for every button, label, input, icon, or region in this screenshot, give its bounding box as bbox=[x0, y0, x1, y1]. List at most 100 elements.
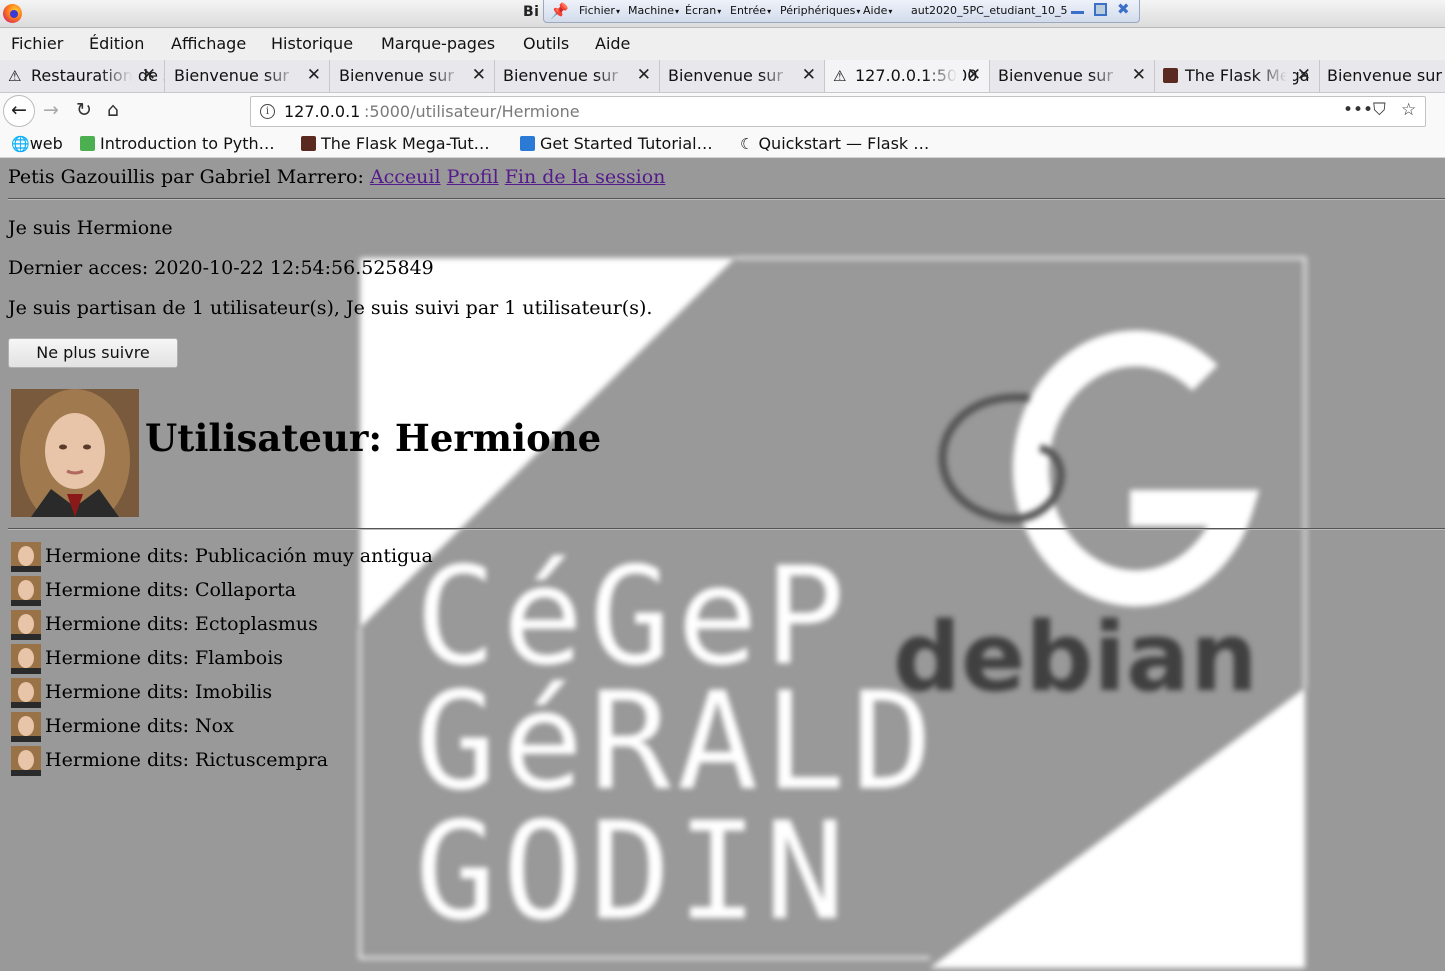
bookmark-label: The Flask Mega-Tut… bbox=[321, 134, 490, 153]
url-bar[interactable]: i 127.0.0.1 :5000/utilisateur/Hermione •… bbox=[250, 96, 1426, 127]
nav-link-accueil[interactable]: Acceuil bbox=[370, 166, 441, 188]
bookmark-label: Introduction to Pyth… bbox=[100, 134, 275, 153]
post-avatar bbox=[11, 712, 41, 742]
menu-marque-pages[interactable]: Marque-pages bbox=[381, 34, 495, 53]
close-icon[interactable]: ✕ bbox=[472, 65, 486, 85]
post-text: Hermione dits: Ectoplasmus bbox=[45, 613, 318, 635]
bookmark-label: Quickstart — Flask … bbox=[758, 134, 930, 153]
menu-historique[interactable]: Historique bbox=[271, 34, 353, 53]
menu-edition[interactable]: Édition bbox=[89, 34, 144, 53]
bookmark-label: web bbox=[29, 134, 63, 153]
post-avatar bbox=[11, 542, 41, 572]
menu-affichage[interactable]: Affichage bbox=[171, 34, 246, 53]
nav-link-profil[interactable]: Profil bbox=[447, 166, 499, 188]
vbox-menu-peripheriques[interactable]: Périphériques bbox=[780, 4, 860, 17]
restore-button[interactable] bbox=[1094, 3, 1107, 16]
menu-aide[interactable]: Aide bbox=[595, 34, 630, 53]
site-brand: Petis Gazouillis par Gabriel Marrero: bbox=[8, 166, 364, 188]
info-icon[interactable]: i bbox=[260, 104, 275, 119]
vscode-icon bbox=[520, 136, 535, 151]
divider bbox=[8, 528, 1445, 530]
bookmark-web[interactable]: 🌐web bbox=[11, 134, 63, 153]
warning-icon: ⚠ bbox=[8, 67, 22, 85]
wallpaper-line-3: GODIN bbox=[415, 793, 851, 950]
vbox-menu-aide[interactable]: Aide bbox=[863, 4, 892, 17]
unfollow-button[interactable]: Ne plus suivre bbox=[8, 338, 178, 368]
post-text: Hermione dits: Publicación muy antigua bbox=[45, 545, 433, 567]
avatar bbox=[11, 389, 139, 517]
close-icon[interactable]: ✕ bbox=[802, 65, 816, 85]
menu-outils[interactable]: Outils bbox=[523, 34, 569, 53]
follow-stats: Je suis partisan de 1 utilisateur(s), Je… bbox=[8, 297, 653, 319]
vbox-menu-machine[interactable]: Machine bbox=[628, 4, 679, 17]
tab-bienvenue[interactable]: Bienvenue sur ✕ bbox=[990, 60, 1155, 92]
pin-icon[interactable]: 📌 bbox=[550, 2, 569, 20]
tab-restauration[interactable]: ⚠ Restauration de session ✕ bbox=[0, 60, 165, 92]
close-icon[interactable]: ✕ bbox=[1297, 65, 1311, 85]
flask-favicon bbox=[301, 136, 316, 151]
bookmark-star-icon[interactable]: ☆ bbox=[1401, 100, 1416, 120]
post-avatar bbox=[11, 678, 41, 708]
menu-fichier[interactable]: Fichier bbox=[11, 34, 63, 53]
globe-icon: 🌐 bbox=[11, 135, 30, 153]
reload-button[interactable]: ↻ bbox=[76, 99, 92, 121]
browser-menubar: Fichier Édition Affichage Historique Mar… bbox=[0, 28, 1445, 60]
w3-icon bbox=[80, 136, 95, 151]
pocket-icon[interactable]: ⛉ bbox=[1373, 100, 1386, 120]
tab-bienvenue[interactable]: Bienvenue sur ✕ bbox=[165, 60, 330, 92]
url-path: :5000/utilisateur/Hermione bbox=[364, 102, 580, 121]
back-button[interactable]: ← bbox=[3, 95, 35, 127]
debian-logo-text: debian bbox=[893, 603, 1258, 713]
flask-horn-icon: ☾ bbox=[740, 135, 754, 153]
navigation-toolbar: ← → ↻ ⌂ i 127.0.0.1 :5000/utilisateur/He… bbox=[0, 93, 1445, 131]
close-icon[interactable]: ✖ bbox=[1117, 2, 1130, 17]
tab-localhost[interactable]: ⚠ 127.0.0.1:5000 ✕ bbox=[825, 60, 990, 92]
virtualbox-menu-bar: 📌 Fichier Machine Écran Entrée Périphéri… bbox=[543, 0, 1140, 23]
divider bbox=[8, 198, 1445, 200]
close-icon[interactable]: ✕ bbox=[1132, 65, 1146, 85]
profile-intro: Je suis Hermione bbox=[8, 217, 173, 239]
last-access: Dernier acces: 2020-10-22 12:54:56.52584… bbox=[8, 257, 434, 279]
bookmark-label: Get Started Tutorial… bbox=[540, 134, 713, 153]
post-text: Hermione dits: Imobilis bbox=[45, 681, 273, 703]
bookmark-flask-quickstart[interactable]: ☾ Quickstart — Flask … bbox=[740, 134, 929, 153]
site-header: Petis Gazouillis par Gabriel Marrero: Ac… bbox=[8, 166, 665, 188]
vm-name: aut2020_5PC_etudiant_10_5 bbox=[911, 4, 1068, 17]
post-text: Hermione dits: Rictuscempra bbox=[45, 749, 329, 771]
tab-bienvenue[interactable]: Bienvenue sur ✕ bbox=[495, 60, 660, 92]
bookmark-vscode[interactable]: Get Started Tutorial… bbox=[520, 134, 713, 153]
nav-link-logout[interactable]: Fin de la session bbox=[505, 166, 666, 188]
tab-flask-mega[interactable]: The Flask Mega ✕ bbox=[1155, 60, 1320, 92]
bookmark-flask-mega[interactable]: The Flask Mega-Tut… bbox=[301, 134, 490, 153]
window-titlebar: Bi 📌 Fichier Machine Écran Entrée Périph… bbox=[0, 0, 1445, 28]
flask-favicon bbox=[1163, 68, 1178, 83]
post-avatar bbox=[11, 610, 41, 640]
tab-bienvenue[interactable]: Bienvenue sur bbox=[1320, 60, 1445, 92]
vbox-menu-entree[interactable]: Entrée bbox=[730, 4, 771, 17]
close-icon[interactable]: ✕ bbox=[967, 65, 981, 85]
tab-bienvenue[interactable]: Bienvenue sur ✕ bbox=[330, 60, 495, 92]
tab-bienvenue[interactable]: Bienvenue sur ✕ bbox=[660, 60, 825, 92]
tab-label: Bienvenue sur bbox=[1327, 66, 1442, 85]
firefox-logo-icon bbox=[3, 4, 22, 23]
close-icon[interactable]: ✕ bbox=[637, 65, 651, 85]
post-avatar bbox=[11, 576, 41, 606]
close-icon[interactable]: ✕ bbox=[142, 65, 156, 85]
vbox-menu-fichier[interactable]: Fichier bbox=[579, 4, 620, 17]
post-text: Hermione dits: Nox bbox=[45, 715, 234, 737]
warning-icon: ⚠ bbox=[833, 67, 847, 85]
minimize-button[interactable] bbox=[1071, 3, 1084, 14]
page-actions-icon[interactable]: ••• bbox=[1343, 100, 1373, 120]
bookmark-python-intro[interactable]: Introduction to Pyth… bbox=[80, 134, 275, 153]
forward-button[interactable]: → bbox=[43, 99, 59, 121]
page-content: debian CéGeP GéRALD GODIN Petis Gazouill… bbox=[0, 158, 1445, 971]
post-text: Hermione dits: Collaporta bbox=[45, 579, 297, 601]
close-icon[interactable]: ✕ bbox=[307, 65, 321, 85]
home-button[interactable]: ⌂ bbox=[107, 99, 119, 121]
post-avatar bbox=[11, 644, 41, 674]
url-host: 127.0.0.1 bbox=[284, 102, 361, 121]
window-title: Bi bbox=[523, 4, 540, 20]
vbox-menu-ecran[interactable]: Écran bbox=[685, 4, 721, 17]
tab-strip: ⚠ Restauration de session ✕ Bienvenue su… bbox=[0, 60, 1445, 93]
user-heading: Utilisateur: Hermione bbox=[145, 416, 602, 460]
